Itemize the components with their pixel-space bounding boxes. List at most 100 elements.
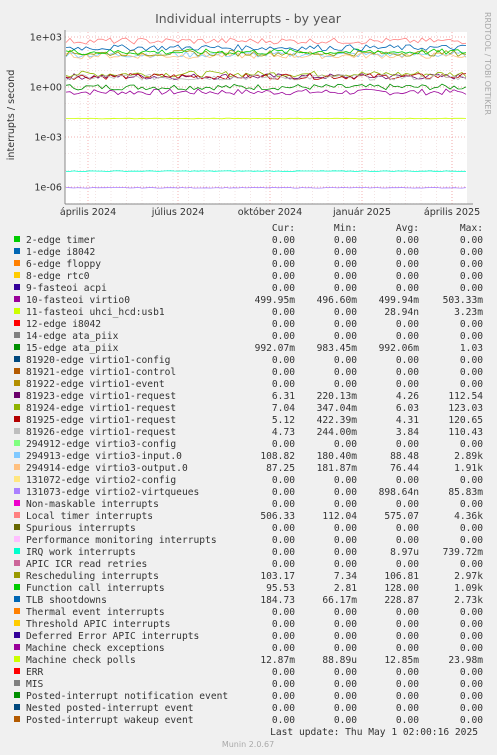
legend-value: 0.00 bbox=[396, 523, 419, 534]
legend-value: 0.00 bbox=[334, 307, 357, 318]
legend-swatch bbox=[14, 548, 20, 554]
legend-swatch bbox=[14, 260, 20, 266]
legend-value: 0.00 bbox=[334, 559, 357, 570]
legend-value: 87.25 bbox=[266, 463, 295, 474]
legend-value: 0.00 bbox=[460, 283, 483, 294]
legend-swatch bbox=[14, 236, 20, 242]
legend-value: 0.00 bbox=[460, 559, 483, 570]
legend-value: 95.53 bbox=[266, 583, 295, 594]
legend-value: 983.45m bbox=[317, 343, 358, 354]
legend-value: 0.00 bbox=[272, 235, 295, 246]
legend-series-name: 10-fasteoi virtio0 bbox=[26, 295, 130, 306]
legend-value: 0.00 bbox=[272, 331, 295, 342]
legend-value: 0.00 bbox=[334, 235, 357, 246]
legend-series-name: 81921-edge virtio1-control bbox=[26, 367, 176, 378]
legend-value: 0.00 bbox=[396, 535, 419, 546]
legend-swatch bbox=[14, 344, 20, 350]
legend-swatch bbox=[14, 584, 20, 590]
y-tick-labels: 1e+03 1e+00 1e-03 1e-06 bbox=[30, 33, 62, 194]
y-tick-label: 1e+03 bbox=[30, 33, 62, 44]
legend-value: 2.73k bbox=[454, 595, 483, 606]
legend-series-name: MIS bbox=[26, 679, 44, 690]
legend-value: 0.00 bbox=[334, 475, 357, 486]
legend-value: 4.31 bbox=[396, 415, 419, 426]
legend-value: 0.00 bbox=[334, 523, 357, 534]
legend-value: 0.00 bbox=[272, 271, 295, 282]
legend-value: 0.00 bbox=[460, 355, 483, 366]
legend-value: 4.26 bbox=[396, 391, 419, 402]
legend-value: 3.84 bbox=[396, 427, 419, 438]
legend: Cur: Min: Avg: Max:2-edge timer 0.00 0.00 0.00… bbox=[14, 223, 483, 726]
legend-series-name: Spurious interrupts bbox=[26, 523, 136, 534]
legend-swatch bbox=[14, 680, 20, 686]
legend-value: 0.00 bbox=[460, 271, 483, 282]
legend-swatch bbox=[14, 476, 20, 482]
legend-value: 0.00 bbox=[396, 319, 419, 330]
legend-value: 2.97k bbox=[454, 571, 483, 582]
legend-value: 0.00 bbox=[272, 439, 295, 450]
legend-value: 0.00 bbox=[272, 619, 295, 630]
legend-value: 128.00 bbox=[384, 583, 419, 594]
legend-swatch bbox=[14, 596, 20, 602]
legend-column-header: Avg: bbox=[396, 223, 419, 234]
legend-value: 0.00 bbox=[272, 499, 295, 510]
legend-value: 120.65 bbox=[448, 415, 483, 426]
legend-value: 0.00 bbox=[334, 703, 357, 714]
legend-value: 0.00 bbox=[396, 619, 419, 630]
legend-value: 0.00 bbox=[460, 247, 483, 258]
legend-value: 0.00 bbox=[334, 691, 357, 702]
legend-swatch bbox=[14, 296, 20, 302]
legend-value: 2.89k bbox=[454, 451, 483, 462]
legend-value: 0.00 bbox=[272, 475, 295, 486]
legend-series-name: 8-edge rtc0 bbox=[26, 271, 90, 282]
legend-value: 0.00 bbox=[272, 547, 295, 558]
legend-value: 0.00 bbox=[334, 367, 357, 378]
legend-series-name: Non-maskable interrupts bbox=[26, 499, 159, 510]
legend-swatch bbox=[14, 452, 20, 458]
legend-series-name: 294913-edge virtio3-input.0 bbox=[26, 451, 182, 462]
legend-value: 0.00 bbox=[272, 679, 295, 690]
legend-series-name: 131073-edge virtio2-virtqueues bbox=[26, 487, 199, 498]
legend-series-name: Local timer interrupts bbox=[26, 511, 153, 522]
legend-value: 0.00 bbox=[396, 283, 419, 294]
legend-value: 0.00 bbox=[334, 499, 357, 510]
legend-value: 0.00 bbox=[460, 607, 483, 618]
legend-swatch bbox=[14, 440, 20, 446]
legend-value: 0.00 bbox=[396, 667, 419, 678]
legend-swatch bbox=[14, 632, 20, 638]
munin-version: Munin 2.0.67 bbox=[222, 740, 274, 749]
legend-series-name: Deferred Error APIC interrupts bbox=[26, 631, 199, 642]
legend-value: 0.00 bbox=[334, 643, 357, 654]
legend-value: 0.00 bbox=[460, 631, 483, 642]
legend-series-name: 81924-edge virtio1-request bbox=[26, 403, 176, 414]
legend-value: 0.00 bbox=[272, 487, 295, 498]
legend-value: 0.00 bbox=[460, 367, 483, 378]
legend-series-name: 15-edge ata_piix bbox=[26, 343, 119, 354]
legend-value: 0.00 bbox=[272, 643, 295, 654]
legend-value: 1.03 bbox=[460, 343, 483, 354]
legend-value: 112.54 bbox=[448, 391, 483, 402]
last-update: Last update: Thu May 1 02:00:16 2025 bbox=[270, 727, 478, 738]
legend-swatch bbox=[14, 380, 20, 386]
legend-swatch bbox=[14, 608, 20, 614]
legend-value: 0.00 bbox=[334, 535, 357, 546]
legend-value: 0.00 bbox=[272, 355, 295, 366]
legend-value: 123.03 bbox=[448, 403, 483, 414]
legend-value: 0.00 bbox=[460, 619, 483, 630]
legend-value: 739.72m bbox=[443, 547, 484, 558]
legend-series-name: 9-fasteoi acpi bbox=[26, 283, 107, 294]
legend-value: 0.00 bbox=[396, 475, 419, 486]
legend-series-name: 12-edge i8042 bbox=[26, 319, 101, 330]
legend-swatch bbox=[14, 488, 20, 494]
legend-series-name: 2-edge timer bbox=[26, 235, 96, 246]
legend-value: 0.00 bbox=[272, 259, 295, 270]
legend-column-header: Cur: bbox=[272, 223, 295, 234]
legend-value: 0.00 bbox=[272, 667, 295, 678]
legend-value: 992.06m bbox=[379, 343, 420, 354]
legend-value: 244.00m bbox=[317, 427, 358, 438]
legend-value: 0.00 bbox=[272, 379, 295, 390]
x-tick-label: július 2024 bbox=[151, 206, 205, 218]
legend-value: 0.00 bbox=[272, 691, 295, 702]
legend-column-header: Max: bbox=[460, 223, 483, 234]
legend-value: 112.04 bbox=[322, 511, 357, 522]
